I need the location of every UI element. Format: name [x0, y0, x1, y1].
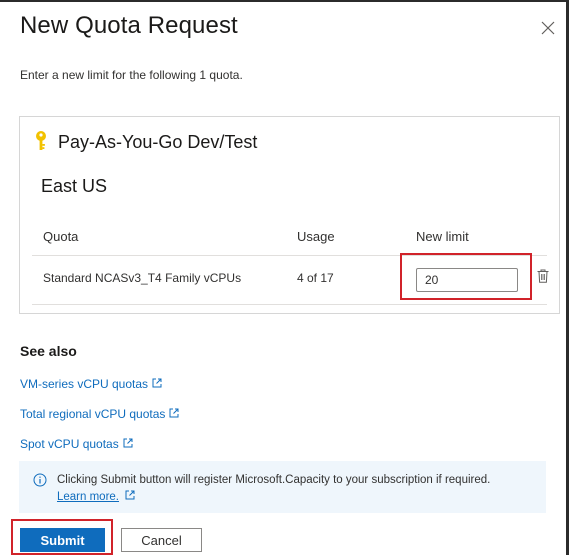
learn-more-link[interactable]: Learn more.	[57, 491, 119, 503]
submit-button[interactable]: Submit	[20, 528, 105, 552]
link-spot-quotas[interactable]: Spot vCPU quotas	[20, 437, 133, 451]
info-text: Clicking Submit button will register Mic…	[57, 472, 497, 506]
column-header-quota: Quota	[43, 229, 79, 244]
close-icon	[541, 21, 555, 35]
link-label: Spot vCPU quotas	[20, 437, 119, 451]
link-total-regional-quotas[interactable]: Total regional vCPU quotas	[20, 407, 179, 421]
trash-icon[interactable]	[537, 269, 549, 283]
intro-text: Enter a new limit for the following 1 qu…	[20, 68, 243, 82]
column-header-new-limit: New limit	[416, 229, 469, 244]
close-button[interactable]	[538, 18, 558, 38]
external-link-icon	[169, 408, 179, 418]
usage-cell: 4 of 17	[297, 271, 334, 285]
external-link-icon	[123, 438, 133, 448]
cancel-button[interactable]: Cancel	[121, 528, 202, 552]
info-message: Clicking Submit button will register Mic…	[57, 474, 491, 486]
see-also-heading: See also	[20, 343, 77, 359]
top-border	[0, 0, 569, 2]
external-link-icon	[152, 378, 162, 388]
link-label: Total regional vCPU quotas	[20, 407, 166, 421]
key-icon	[36, 131, 46, 150]
subscription-name: Pay-As-You-Go Dev/Test	[58, 132, 258, 152]
dialog-title: New Quota Request	[20, 12, 238, 39]
row-divider	[32, 304, 547, 305]
link-vm-series-quotas[interactable]: VM-series vCPU quotas	[20, 377, 162, 391]
quota-name-cell: Standard NCASv3_T4 Family vCPUs	[43, 271, 242, 285]
info-icon	[33, 473, 47, 487]
region-name: East US	[41, 176, 108, 196]
quota-card: Pay-As-You-Go Dev/Test East US Quota Usa…	[19, 116, 560, 314]
column-header-usage: Usage	[297, 229, 335, 244]
external-link-icon	[125, 490, 135, 500]
new-limit-input[interactable]	[416, 268, 518, 292]
link-label: VM-series vCPU quotas	[20, 377, 149, 391]
info-banner: Clicking Submit button will register Mic…	[19, 461, 546, 513]
